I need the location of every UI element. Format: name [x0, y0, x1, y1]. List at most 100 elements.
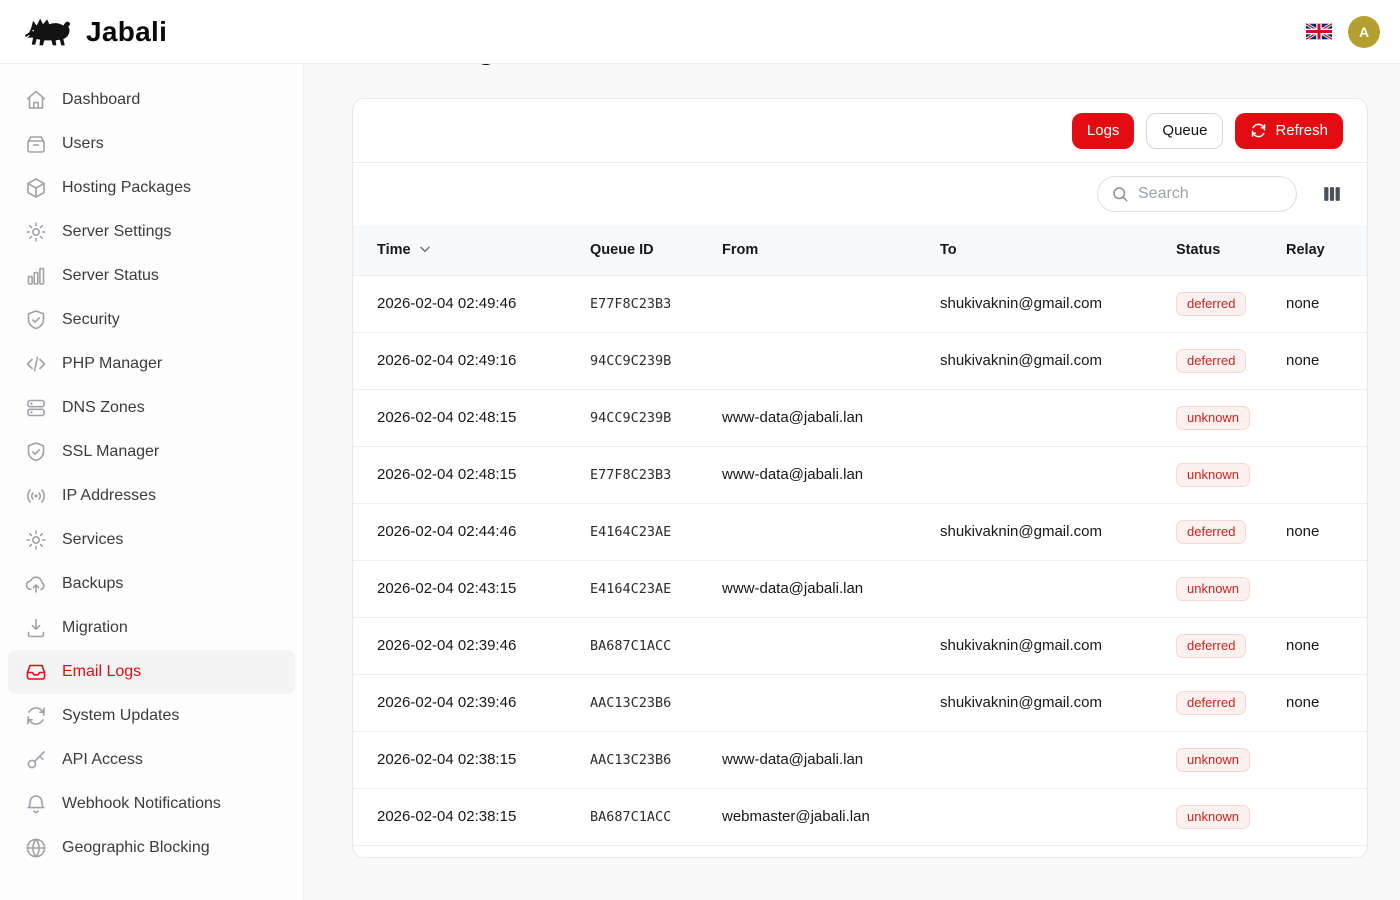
cell-time: 2026-02-04 02:39:46 [353, 617, 590, 674]
status-badge: unknown [1176, 577, 1250, 601]
sidebar-item-dashboard[interactable]: Dashboard [8, 78, 295, 122]
sidebar-item-geographic-blocking[interactable]: Geographic Blocking [8, 826, 295, 870]
chevron-down-icon[interactable] [417, 241, 433, 257]
cell-time: 2026-02-04 02:44:46 [353, 503, 590, 560]
sidebar-item-label: Migration [62, 619, 128, 637]
cell-relay: none [1286, 503, 1367, 560]
refresh-icon [24, 704, 48, 728]
cell-to: shukivaknin@gmail.com [940, 674, 1176, 731]
cell-relay: none [1286, 674, 1367, 731]
cell-time: 2026-02-04 02:43:15 [353, 560, 590, 617]
cell-from: webmaster@jabali.lan [722, 788, 940, 845]
table-row[interactable]: 2026-02-04 02:39:46BA687C1ACCshukivaknin… [353, 617, 1367, 674]
table-row[interactable]: 2026-02-04 02:48:15E77F8C23B3www-data@ja… [353, 446, 1367, 503]
sidebar-item-security[interactable]: Security [8, 298, 295, 342]
inbox-icon [24, 660, 48, 684]
table-row[interactable]: 2026-02-04 02:48:1594CC9C239Bwww-data@ja… [353, 389, 1367, 446]
broadcast-icon [24, 484, 48, 508]
cell-queue-id: 94CC9C239B [590, 389, 722, 446]
sidebar-item-users[interactable]: Users [8, 122, 295, 166]
avatar[interactable]: A [1348, 16, 1380, 48]
table-row[interactable]: 2026-02-04 02:49:1694CC9C239B shukivaknin… [353, 332, 1367, 389]
cell-relay [1286, 788, 1367, 845]
cell-relay [1286, 560, 1367, 617]
table-row[interactable]: 2026-02-04 02:38:15BA687C1ACCwebmaster@j… [353, 788, 1367, 845]
cell-status: deferred [1176, 617, 1286, 674]
cell-from [722, 332, 940, 389]
cloud-upload-icon [24, 572, 48, 596]
email-logs-table: TimeQueue IDFromToStatusRelay 2026-02-04… [353, 225, 1367, 846]
table-row[interactable]: 2026-02-04 02:44:46E4164C23AEshukivaknin… [353, 503, 1367, 560]
shield-check-icon [24, 440, 48, 464]
column-header-time[interactable]: Time [353, 225, 590, 275]
cell-to: shukivaknin@gmail.com [940, 617, 1176, 674]
cell-time: 2026-02-04 02:49:16 [353, 332, 590, 389]
sidebar-item-server-status[interactable]: Server Status [8, 254, 295, 298]
cell-queue-id: 94CC9C239B [590, 332, 722, 389]
search-icon [1111, 185, 1129, 203]
cell-status: deferred [1176, 275, 1286, 332]
columns-toggle-icon[interactable] [1321, 183, 1343, 205]
sidebar-item-hosting-packages[interactable]: Hosting Packages [8, 166, 295, 210]
search-input[interactable] [1138, 185, 1283, 203]
cell-status: deferred [1176, 503, 1286, 560]
sidebar-item-label: Security [62, 311, 120, 329]
sidebar-item-services[interactable]: Services [8, 518, 295, 562]
gear-icon [24, 220, 48, 244]
sidebar-item-dns-zones[interactable]: DNS Zones [8, 386, 295, 430]
brand[interactable]: Jabali [24, 14, 167, 50]
cell-relay: none [1286, 332, 1367, 389]
search-row [353, 163, 1367, 225]
search-input-wrapper[interactable] [1097, 176, 1297, 212]
logs-tab-button[interactable]: Logs [1072, 113, 1135, 149]
column-header-relay: Relay [1286, 225, 1367, 275]
cell-relay [1286, 731, 1367, 788]
sidebar-item-label: Dashboard [62, 91, 140, 109]
gear-icon [24, 528, 48, 552]
table-row[interactable]: 2026-02-04 02:39:46AAC13C23B6shukivaknin… [353, 674, 1367, 731]
status-badge: unknown [1176, 805, 1250, 829]
cell-from: www-data@jabali.lan [722, 446, 940, 503]
cell-relay [1286, 389, 1367, 446]
sidebar-item-api-access[interactable]: API Access [8, 738, 295, 782]
code-icon [24, 352, 48, 376]
queue-tab-button[interactable]: Queue [1146, 113, 1223, 149]
sidebar-item-label: Services [62, 531, 123, 549]
sidebar-item-email-logs[interactable]: Email Logs [8, 650, 295, 694]
cell-status: unknown [1176, 731, 1286, 788]
uk-flag-icon[interactable] [1306, 22, 1332, 41]
sidebar-item-migration[interactable]: Migration [8, 606, 295, 650]
sidebar-item-label: Users [62, 135, 104, 153]
sidebar-item-ip-addresses[interactable]: IP Addresses [8, 474, 295, 518]
cell-from [722, 617, 940, 674]
cell-time: 2026-02-04 02:48:15 [353, 446, 590, 503]
cell-to: shukivaknin@gmail.com [940, 332, 1176, 389]
sidebar-nav: Dashboard Users Hosting Packages Server Set… [0, 64, 304, 900]
status-badge: unknown [1176, 406, 1250, 430]
globe-icon [24, 836, 48, 860]
column-header-queue_id: Queue ID [590, 225, 722, 275]
cell-status: unknown [1176, 446, 1286, 503]
sidebar-item-ssl-manager[interactable]: SSL Manager [8, 430, 295, 474]
home-icon [24, 88, 48, 112]
table-row[interactable]: 2026-02-04 02:38:15AAC13C23B6www-data@ja… [353, 731, 1367, 788]
cell-relay: none [1286, 617, 1367, 674]
sidebar-item-php-manager[interactable]: PHP Manager [8, 342, 295, 386]
cell-from [722, 674, 940, 731]
cell-status: unknown [1176, 788, 1286, 845]
table-row[interactable]: 2026-02-04 02:49:46E77F8C23B3shukivaknin… [353, 275, 1367, 332]
status-badge: deferred [1176, 691, 1246, 715]
sidebar-item-server-settings[interactable]: Server Settings [8, 210, 295, 254]
refresh-button[interactable]: Refresh [1235, 113, 1343, 149]
cell-from: www-data@jabali.lan [722, 731, 940, 788]
top-bar: Jabali A [0, 0, 1400, 64]
sidebar-item-label: API Access [62, 751, 143, 769]
sidebar-item-system-updates[interactable]: System Updates [8, 694, 295, 738]
sidebar-item-webhook-notifications[interactable]: Webhook Notifications [8, 782, 295, 826]
cell-to [940, 731, 1176, 788]
download-icon [24, 616, 48, 640]
sidebar-item-label: Geographic Blocking [62, 839, 210, 857]
table-row[interactable]: 2026-02-04 02:43:15E4164C23AEwww-data@ja… [353, 560, 1367, 617]
sidebar-item-label: Server Settings [62, 223, 171, 241]
sidebar-item-backups[interactable]: Backups [8, 562, 295, 606]
